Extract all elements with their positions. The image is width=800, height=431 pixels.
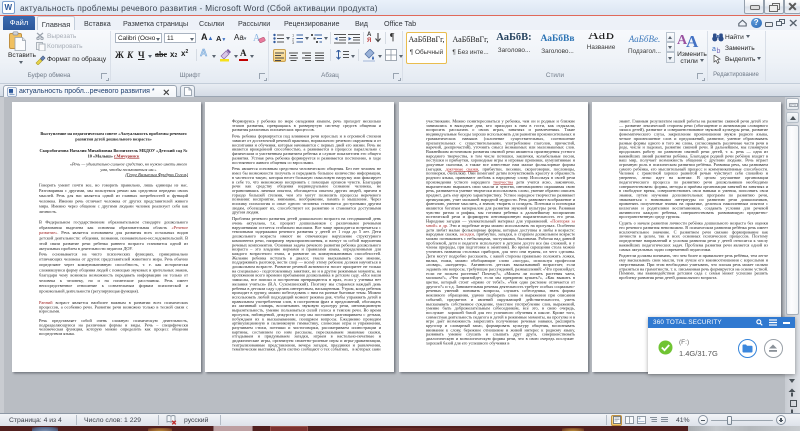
svg-text:3: 3: [292, 40, 295, 44]
svg-text:a: a: [712, 46, 716, 53]
svg-text:А: А: [686, 32, 699, 50]
svg-text:b: b: [717, 48, 721, 53]
